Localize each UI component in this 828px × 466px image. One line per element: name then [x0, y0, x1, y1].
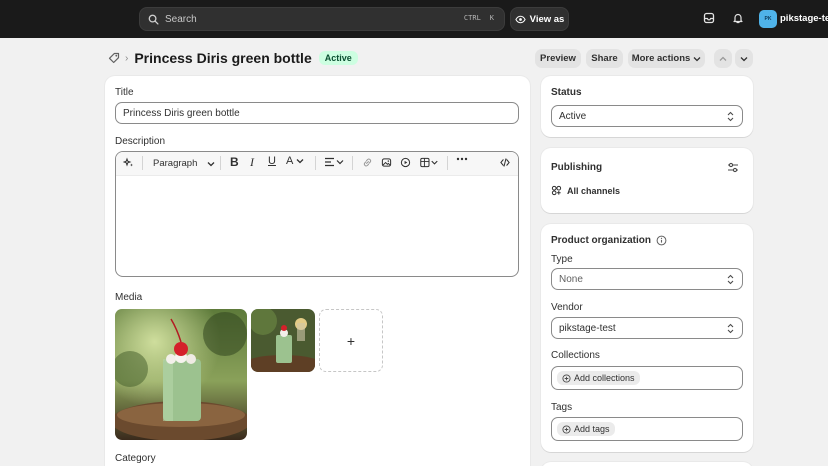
breadcrumb-chevron-icon: › [125, 52, 129, 64]
status-badge: Active [318, 51, 358, 65]
inbox-icon[interactable] [703, 12, 715, 27]
vendor-select[interactable]: pikstage-test [551, 317, 743, 339]
store-avatar[interactable]: PK [759, 10, 777, 28]
more-actions-button[interactable]: More actions [628, 49, 705, 68]
chevron-up-icon [719, 56, 727, 61]
tag-icon[interactable] [108, 52, 120, 64]
tags-input[interactable]: Add tags [551, 417, 743, 441]
add-tags-button[interactable]: Add tags [557, 422, 615, 436]
align-icon[interactable] [324, 157, 344, 167]
table-icon[interactable] [419, 157, 439, 168]
image-icon[interactable] [381, 157, 392, 168]
toolbar-divider [220, 156, 221, 170]
toolbar-divider [315, 156, 316, 170]
video-icon[interactable] [400, 157, 411, 168]
bell-icon[interactable] [732, 12, 744, 27]
plus-circle-icon [562, 424, 571, 434]
organization-label: Product organization [551, 235, 651, 246]
italic-icon[interactable]: I [250, 155, 254, 170]
chevron-down-icon [740, 56, 748, 61]
type-select[interactable]: None [551, 268, 743, 290]
channels-row: All channels [551, 185, 620, 196]
search-placeholder: Search [165, 13, 197, 25]
info-icon[interactable] [656, 235, 667, 246]
select-arrows-icon [727, 274, 734, 288]
share-label: Share [591, 53, 618, 64]
preview-label: Preview [540, 53, 576, 64]
toolbar-divider [447, 156, 448, 170]
organization-heading: Product organization [551, 235, 667, 246]
chevron-down-icon [693, 56, 701, 61]
chevron-down-icon [207, 161, 215, 166]
next-product-button[interactable] [735, 49, 753, 68]
search-icon [148, 14, 159, 25]
paragraph-select[interactable]: Paragraph [153, 158, 215, 169]
media-image-secondary[interactable] [251, 309, 315, 372]
toolbar-divider [352, 156, 353, 170]
underline-icon[interactable]: U [268, 155, 276, 167]
status-label: Status [551, 87, 582, 98]
add-collections-label: Add collections [574, 373, 635, 383]
description-label: Description [115, 136, 166, 147]
all-channels-text: All channels [567, 185, 621, 196]
eye-icon [514, 15, 526, 23]
category-label: Category [115, 453, 156, 464]
code-view-icon[interactable] [499, 157, 511, 168]
shortcut-ctrl: CTRL [463, 14, 481, 22]
page-header: › Princess Diris green bottle Active [108, 47, 358, 69]
plus-circle-icon [562, 373, 571, 383]
vendor-label: Vendor [551, 302, 583, 313]
status-select-value: Active [559, 110, 587, 122]
type-label: Type [551, 254, 573, 265]
shortcut-key: K [489, 14, 494, 22]
media-image-primary[interactable] [115, 309, 247, 440]
title-label: Title [115, 87, 134, 98]
view-as-label: View as [529, 13, 565, 25]
link-icon[interactable] [362, 157, 373, 168]
bold-icon[interactable]: B [230, 155, 239, 169]
publishing-card [541, 148, 753, 213]
add-media-button[interactable]: + [319, 309, 383, 372]
title-input-value: Princess Diris green bottle [123, 107, 240, 119]
status-select[interactable]: Active [551, 105, 743, 127]
paragraph-select-label: Paragraph [153, 158, 198, 169]
collections-label: Collections [551, 350, 600, 361]
type-select-value: None [559, 273, 583, 285]
view-as-button[interactable]: View as [510, 7, 569, 31]
channels-icon [551, 185, 562, 196]
page-title: Princess Diris green bottle [134, 50, 312, 66]
toolbar-divider [142, 156, 143, 170]
ai-magic-icon[interactable] [123, 157, 135, 169]
search-shortcut: CTRL K [462, 13, 496, 23]
vendor-select-value: pikstage-test [559, 322, 616, 334]
add-tags-label: Add tags [574, 424, 610, 434]
collections-input[interactable]: Add collections [551, 366, 743, 390]
media-label: Media [115, 292, 143, 303]
text-color-icon[interactable]: A [286, 155, 304, 167]
title-input[interactable]: Princess Diris green bottle [115, 102, 519, 124]
add-collections-button[interactable]: Add collections [557, 371, 640, 385]
store-name[interactable]: pikstage-test [780, 13, 828, 24]
top-bar: Search CTRL K View as PK pikstage-test [0, 0, 828, 38]
select-arrows-icon [727, 323, 734, 337]
more-actions-label: More actions [631, 53, 691, 64]
search-bar[interactable]: Search CTRL K [139, 7, 505, 31]
publishing-label: Publishing [551, 162, 603, 173]
settings-sliders-icon[interactable] [727, 162, 739, 176]
tags-label: Tags [551, 402, 573, 413]
select-arrows-icon [727, 111, 734, 125]
preview-button[interactable]: Preview [535, 49, 581, 68]
previous-product-button[interactable] [714, 49, 732, 68]
next-card [541, 462, 753, 466]
share-button[interactable]: Share [586, 49, 623, 68]
more-options-icon[interactable] [456, 157, 468, 161]
